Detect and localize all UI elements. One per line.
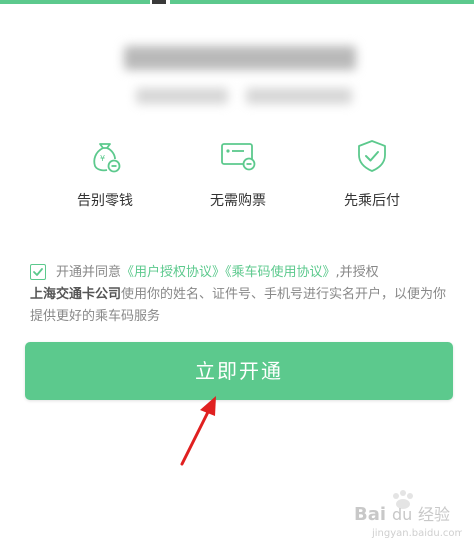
top-status-strip: [0, 0, 474, 4]
top-strip-green-right: [170, 0, 474, 4]
feature-no-change: ¥ 告别零钱: [45, 138, 165, 210]
user-authorization-agreement-link[interactable]: 《用户授权协议》: [121, 265, 225, 280]
agreement-section: 开通并同意《用户授权协议》《乘车码使用协议》,并授权 上海交通卡公司使用你的姓名、…: [30, 262, 450, 328]
money-bag-yuan-icon: ¥: [93, 143, 121, 173]
svg-text:du: du: [392, 505, 412, 524]
feature-label: 无需购票: [210, 193, 266, 209]
feature-no-ticket: 无需购票: [178, 138, 298, 210]
top-strip-green-left: [0, 0, 150, 4]
agreement-company: 上海交通卡公司: [30, 287, 122, 302]
feature-ride-first-pay-later: 先乘后付: [312, 138, 432, 210]
agreement-mid: ,并授权: [335, 265, 379, 280]
open-now-button[interactable]: 立即开通: [25, 342, 453, 400]
ride-code-usage-agreement-link[interactable]: 《乘车码使用协议》: [225, 265, 336, 280]
baidu-jingyan-watermark: Bai du 经验 jingyan.baidu.com: [354, 490, 462, 539]
blurred-title: [124, 46, 356, 70]
top-strip-dark-mid: [152, 0, 166, 4]
svg-text:jingyan.baidu.com: jingyan.baidu.com: [371, 528, 462, 539]
svg-text:¥: ¥: [100, 154, 105, 163]
feature-label: 先乘后付: [344, 193, 400, 209]
agreement-prefix: 开通并同意: [56, 265, 122, 280]
svg-text:经验: 经验: [418, 505, 450, 524]
feature-label: 告别零钱: [77, 193, 133, 209]
agree-checkbox[interactable]: [30, 264, 46, 280]
blurred-subtitle-part-2: [246, 88, 352, 104]
checkmark-icon: [33, 268, 43, 276]
shield-check-icon: [358, 140, 386, 172]
svg-text:Bai: Bai: [354, 504, 386, 525]
card-minus-icon: [221, 143, 256, 171]
red-arrow-annotation: [180, 396, 216, 466]
blurred-subtitle-part-1: [136, 88, 228, 104]
agreement-text: 开通并同意《用户授权协议》《乘车码使用协议》,并授权 上海交通卡公司使用你的姓名、…: [30, 262, 450, 328]
